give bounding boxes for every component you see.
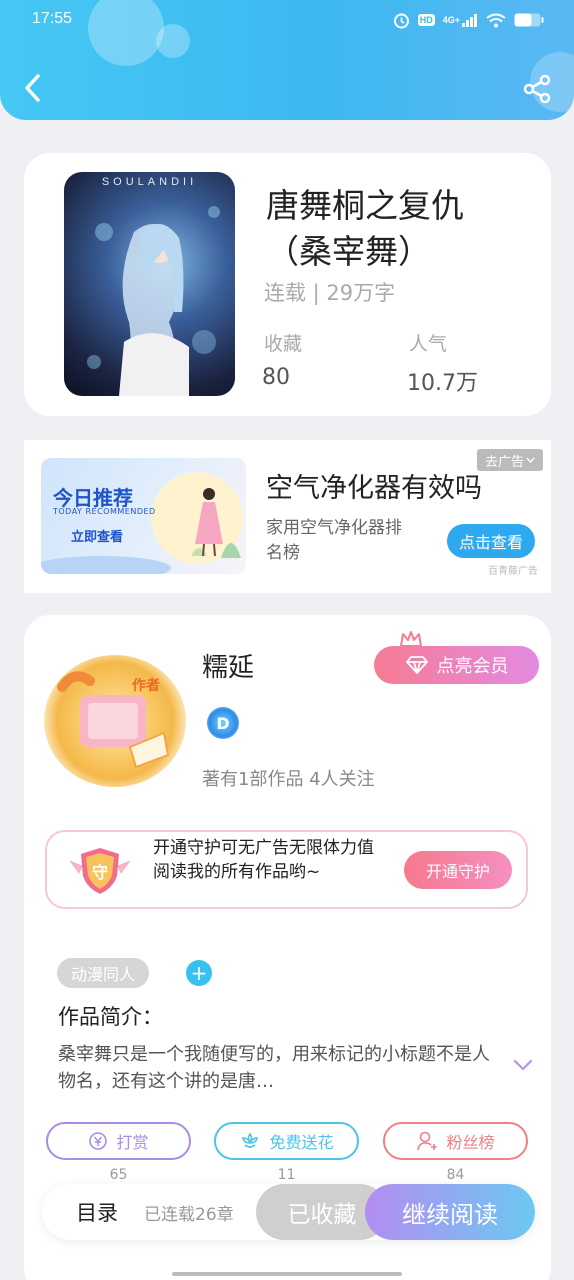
- back-arrow-icon: [25, 74, 40, 102]
- table-of-contents-button[interactable]: 目录: [76, 1197, 118, 1227]
- top-header: 17:55 HD 4G+: [0, 0, 574, 120]
- author-meta: 著有1部作品 4人关注: [202, 769, 375, 790]
- diamond-icon: [405, 656, 428, 674]
- status-icons: HD 4G+: [393, 12, 544, 28]
- ad-source-label: 百青藤广告: [488, 566, 538, 577]
- coin-icon: [89, 1132, 108, 1150]
- bottom-action-bar: 目录 已连载26章 已收藏 继续阅读: [42, 1184, 535, 1240]
- home-indicator[interactable]: [172, 1272, 402, 1276]
- share-button[interactable]: [520, 72, 554, 106]
- free-flower-label: 免费送花: [269, 1133, 334, 1152]
- fan-ranking-button[interactable]: 粉丝榜: [383, 1122, 528, 1160]
- remove-ad-button[interactable]: 去广告: [477, 449, 543, 471]
- fan-count: 84: [446, 1167, 465, 1183]
- tip-label: 打赏: [116, 1133, 149, 1152]
- continue-reading-button[interactable]: 继续阅读: [365, 1184, 535, 1240]
- author-level-letter: D: [216, 713, 230, 733]
- tip-button[interactable]: 打赏: [46, 1122, 191, 1160]
- ad-title: 空气净化器有效吗: [266, 473, 482, 504]
- wifi-icon: [486, 12, 506, 28]
- serial-status: 已连载26章: [144, 1205, 234, 1225]
- ad-banner-illustration: [41, 488, 241, 574]
- add-tag-button[interactable]: +: [186, 960, 212, 986]
- status-time: 17:55: [32, 10, 73, 27]
- book-cover-image[interactable]: SOULANDII: [64, 172, 235, 396]
- popularity-label: 人气: [409, 333, 448, 355]
- favorites-value: 80: [262, 365, 290, 390]
- remove-ad-label: 去广告: [484, 454, 524, 470]
- ad-banner-image[interactable]: 今日推荐 TODAY RECOMMENDED 立即查看: [41, 458, 246, 574]
- expand-chevron-icon[interactable]: [513, 1058, 533, 1072]
- intro-title: 作品简介：: [58, 1005, 163, 1029]
- user-icon: [417, 1131, 438, 1151]
- hd-icon: HD: [417, 14, 435, 26]
- author-card: 作者 糯延 点亮会员 D 著有1部作品 4人关注 守 开通守护可无广告无限体力值…: [24, 615, 551, 1280]
- author-name: 糯延: [202, 653, 255, 683]
- book-status: 连载 | 29万字: [264, 281, 396, 305]
- flower-count: 11: [277, 1167, 296, 1183]
- battery-icon: [514, 12, 544, 28]
- flower-icon: [242, 1132, 259, 1148]
- membership-label: 点亮会员: [436, 656, 509, 677]
- guard-shield-icon: 守: [69, 848, 131, 894]
- decor-bubble: [156, 24, 190, 58]
- tip-count: 65: [109, 1167, 128, 1183]
- chevron-down-icon: [526, 457, 535, 463]
- book-title: 唐舞桐之复仇（桑宰舞）: [266, 186, 464, 271]
- alarm-icon: [393, 12, 410, 28]
- decor-bubble: [88, 0, 164, 66]
- fan-ranking-label: 粉丝榜: [446, 1133, 495, 1152]
- author-level-icon[interactable]: D: [207, 707, 239, 739]
- activate-membership-button[interactable]: 点亮会员: [374, 646, 539, 684]
- share-icon: [523, 74, 551, 104]
- ad-cta-button[interactable]: 点击查看: [447, 524, 535, 558]
- free-flower-button[interactable]: 免费送花: [214, 1122, 359, 1160]
- avatar-illustration: [57, 671, 170, 769]
- open-guard-button[interactable]: 开通守护: [404, 851, 512, 889]
- ad-card[interactable]: 今日推荐 TODAY RECOMMENDED 立即查看 去广告 空气净化器有效吗…: [24, 440, 551, 593]
- ad-description: 家用空气净化器排名榜: [266, 518, 402, 563]
- cover-illustration: [87, 206, 220, 396]
- favorites-label: 收藏: [264, 333, 303, 355]
- book-info-card: SOULANDII 唐舞桐之复仇（桑宰舞） 连载 | 29万字 收藏 80 人气…: [24, 153, 551, 416]
- author-avatar[interactable]: 作者: [44, 655, 186, 787]
- genre-tag[interactable]: 动漫同人: [57, 958, 150, 988]
- cellular-signal-icon: 4G+: [443, 12, 478, 28]
- guard-shield-char: 守: [92, 863, 108, 882]
- back-button[interactable]: [18, 70, 46, 106]
- popularity-value: 10.7万: [407, 371, 478, 396]
- guard-text: 开通守护可无广告无限体力值阅读我的所有作品哟~: [153, 838, 374, 882]
- guard-banner[interactable]: 守 开通守护可无广告无限体力值阅读我的所有作品哟~ 开通守护: [45, 830, 528, 909]
- intro-body: 桑宰舞只是一个我随便写的，用来标记的小标题不是人物名，还有这个讲的是唐…: [58, 1044, 490, 1092]
